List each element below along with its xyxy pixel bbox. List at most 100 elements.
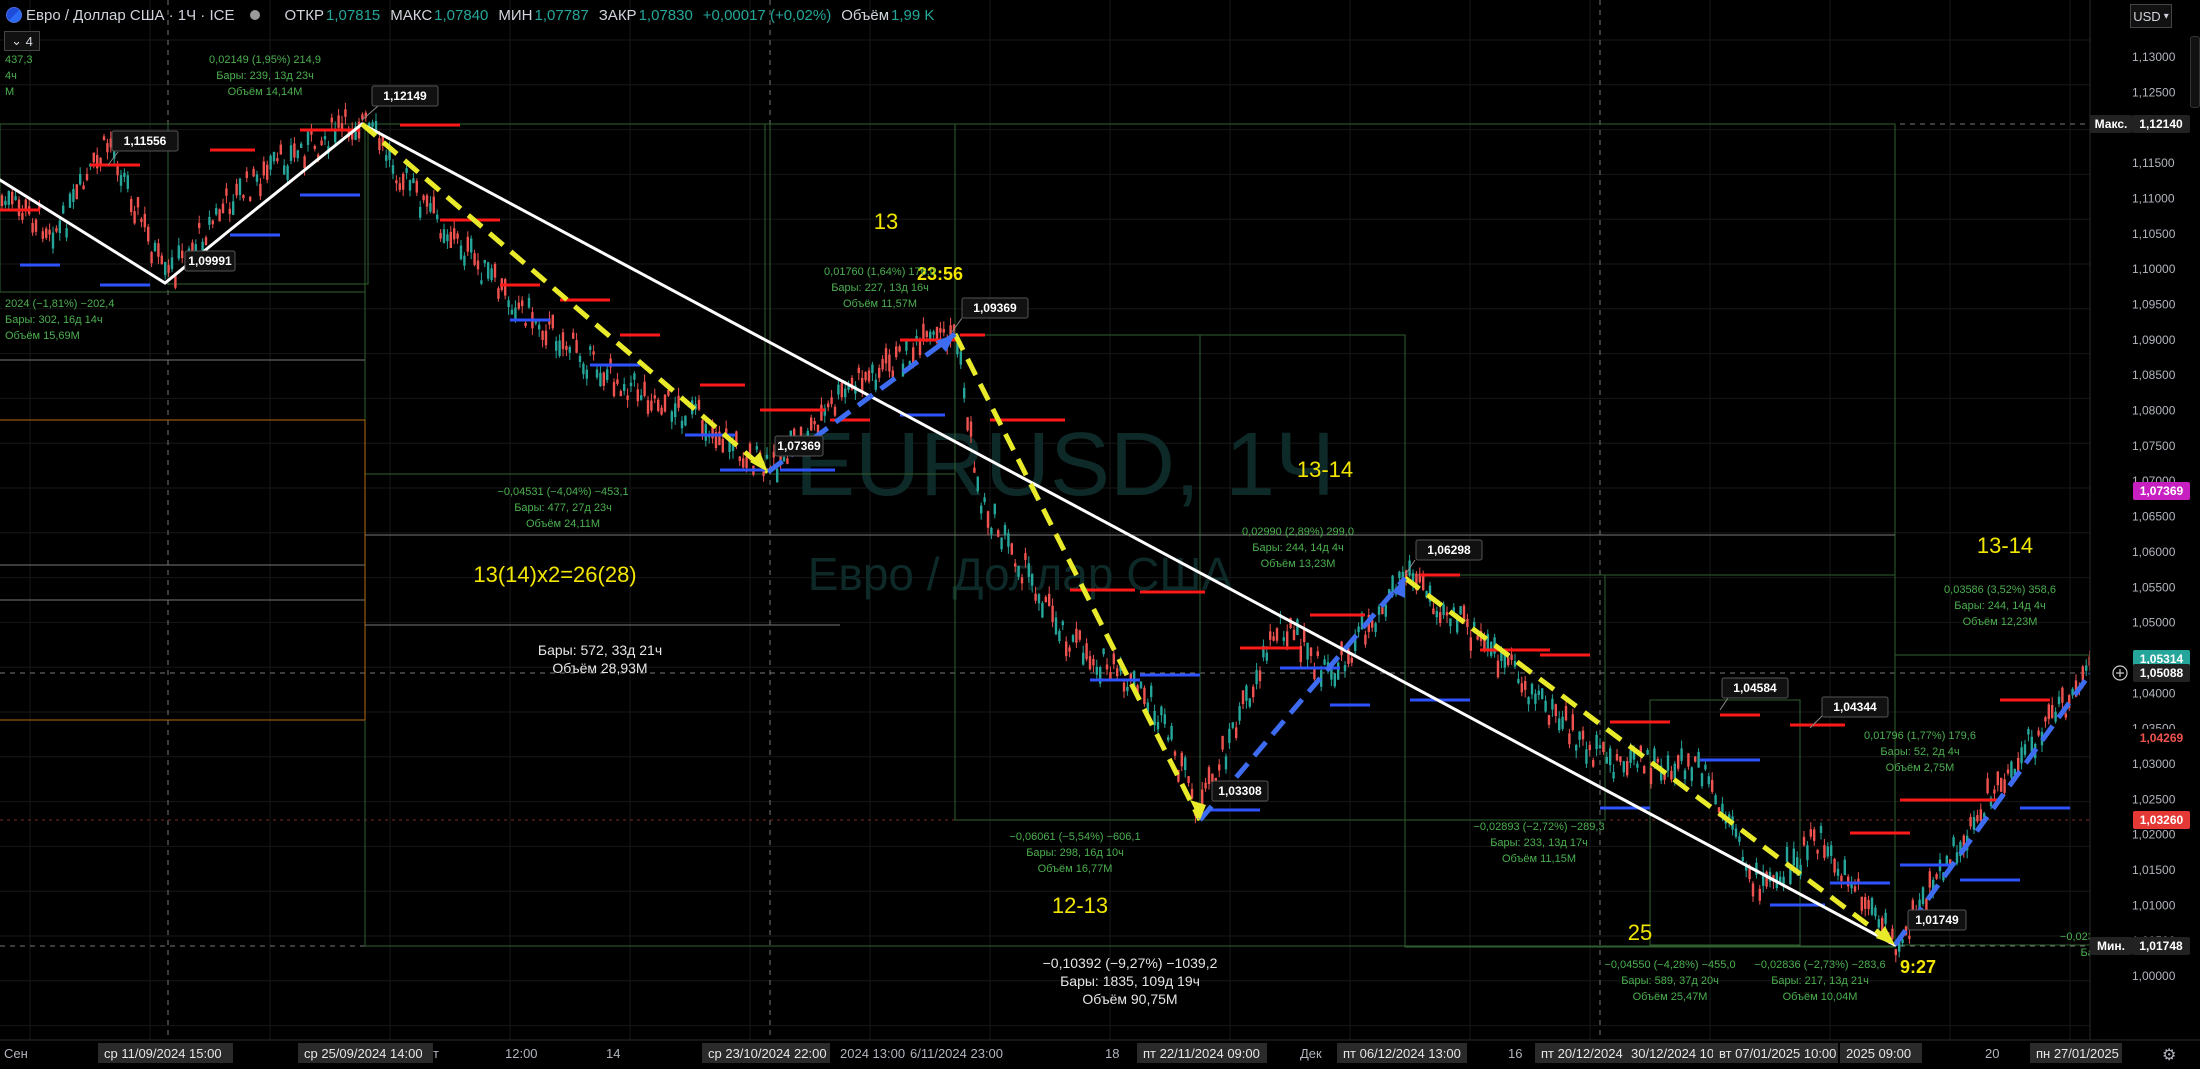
candle-body bbox=[1085, 643, 1088, 660]
svg-text:1,04344: 1,04344 bbox=[1833, 700, 1877, 714]
measurement-text: 0,01760 (1,64%) 176,0 bbox=[824, 266, 936, 278]
candle-body bbox=[507, 300, 510, 308]
candle-body bbox=[1156, 721, 1160, 730]
candle-body bbox=[633, 373, 636, 380]
candle-body bbox=[643, 381, 646, 396]
candle-body bbox=[1374, 623, 1377, 633]
measurement-text: Объём 16,77M bbox=[1038, 863, 1113, 875]
candle-body bbox=[1173, 751, 1177, 756]
candle-body bbox=[102, 136, 106, 141]
candle-body bbox=[153, 242, 157, 252]
candle-body bbox=[1398, 571, 1401, 578]
candle-body bbox=[1384, 604, 1387, 617]
candle-body bbox=[296, 150, 299, 159]
candle-body bbox=[626, 395, 629, 400]
measurement-text: Объём 12,23M bbox=[1963, 616, 2038, 628]
candle-body bbox=[2037, 730, 2040, 736]
price-tick: 1,06500 bbox=[2132, 510, 2176, 524]
candle-body bbox=[1364, 634, 1367, 645]
price-tick: 1,11000 bbox=[2132, 191, 2175, 205]
candle-body bbox=[490, 268, 493, 281]
candle-body bbox=[1377, 606, 1381, 615]
candle-body bbox=[670, 411, 673, 422]
candle-body bbox=[1027, 563, 1030, 577]
candle-body bbox=[242, 195, 245, 199]
measurement-text: −0,06061 (−5,54%) −606,1 bbox=[1009, 831, 1140, 843]
price-tick: 1,01500 bbox=[2132, 863, 2176, 877]
candle-body bbox=[2023, 744, 2027, 755]
candle-body bbox=[1459, 606, 1462, 615]
candle-body bbox=[1313, 668, 1316, 680]
candle-body bbox=[1003, 525, 1007, 535]
candle-body bbox=[1476, 635, 1479, 640]
measurement-text: Объём 11,15M bbox=[1502, 853, 1576, 865]
candle-body bbox=[1806, 845, 1809, 861]
candle-body bbox=[1139, 681, 1143, 689]
candle-body bbox=[1167, 737, 1170, 741]
candle-body bbox=[895, 346, 898, 358]
candle-body bbox=[538, 324, 541, 330]
price-tick: 1,05000 bbox=[2132, 616, 2176, 630]
candle-body bbox=[58, 220, 61, 234]
candle-body bbox=[4, 200, 7, 205]
candle-body bbox=[272, 151, 276, 162]
candle-body bbox=[1510, 654, 1513, 660]
candle-body bbox=[1282, 637, 1285, 641]
candle-body bbox=[116, 166, 119, 176]
candle-body bbox=[884, 348, 888, 364]
candle-body bbox=[1782, 876, 1785, 884]
candle-body bbox=[1785, 846, 1789, 862]
candle-body bbox=[517, 302, 520, 309]
candle-body bbox=[1238, 706, 1241, 721]
candle-body bbox=[969, 421, 973, 437]
candle-body bbox=[1619, 756, 1622, 762]
candle-body bbox=[330, 117, 333, 123]
candle-body bbox=[1891, 928, 1894, 939]
candle-body bbox=[1255, 670, 1258, 685]
annotation-text: 13-14 bbox=[1297, 457, 1353, 482]
candle-body bbox=[439, 233, 442, 239]
candle-body bbox=[629, 382, 633, 386]
candle-body bbox=[1833, 858, 1836, 873]
candle-body bbox=[963, 387, 966, 399]
candle-body bbox=[623, 384, 626, 391]
symbol-title[interactable]: Евро / Доллар США · 1Ч · ICE bbox=[26, 7, 234, 24]
candle-body bbox=[140, 218, 143, 223]
chart-canvas[interactable]: EURUSD, 1Ч Евро / Доллар США 1,12149 1,1… bbox=[0, 0, 2200, 1069]
svg-text:1,03308: 1,03308 bbox=[1218, 784, 1262, 798]
scroll-handle[interactable] bbox=[2190, 36, 2200, 108]
price-tick: 1,04000 bbox=[2132, 686, 2176, 700]
min-value-tag-text: 1,01748 bbox=[2139, 939, 2183, 953]
currency-selector[interactable]: USD ▾ bbox=[2130, 4, 2172, 28]
time-marker-text: ср 25/09/2024 14:00 bbox=[304, 1046, 423, 1061]
candle-body bbox=[1643, 766, 1646, 774]
measurement-text: −0,02836 (−2,73%) −283,6 bbox=[1754, 959, 1885, 971]
candle-body bbox=[2030, 736, 2033, 752]
currency-label: USD bbox=[2133, 8, 2161, 24]
measurement-text: 0,03586 (3,52%) 358,6 bbox=[1944, 584, 2056, 596]
chart-area[interactable]: EURUSD, 1Ч Евро / Доллар США 1,12149 1,1… bbox=[0, 0, 2200, 1069]
price-tick: 1,07500 bbox=[2132, 439, 2176, 453]
candle-body bbox=[745, 456, 748, 468]
candle-body bbox=[663, 394, 667, 412]
candle-body bbox=[1792, 848, 1795, 866]
candle-body bbox=[1350, 657, 1353, 663]
time-tick: 2024 13:00 bbox=[840, 1046, 905, 1061]
candle-body bbox=[1690, 767, 1693, 781]
candle-body bbox=[1000, 537, 1003, 550]
candle-body bbox=[92, 152, 95, 163]
svg-text:1,09369: 1,09369 bbox=[973, 301, 1017, 315]
candle-body bbox=[697, 399, 701, 410]
open-label: ОТКР bbox=[284, 6, 325, 24]
candle-body bbox=[616, 379, 619, 384]
candle-body bbox=[592, 351, 595, 355]
candle-body bbox=[395, 180, 398, 184]
time-tick: т bbox=[433, 1046, 439, 1061]
candle-body bbox=[1524, 680, 1527, 690]
annotation-text: 25 bbox=[1628, 920, 1652, 945]
candle-body bbox=[1075, 628, 1078, 643]
collapse-indicators-button[interactable]: ⌄ 4 bbox=[4, 31, 40, 51]
candle-body bbox=[106, 143, 109, 153]
candle-body bbox=[1894, 949, 1897, 956]
candle-body bbox=[463, 255, 466, 266]
